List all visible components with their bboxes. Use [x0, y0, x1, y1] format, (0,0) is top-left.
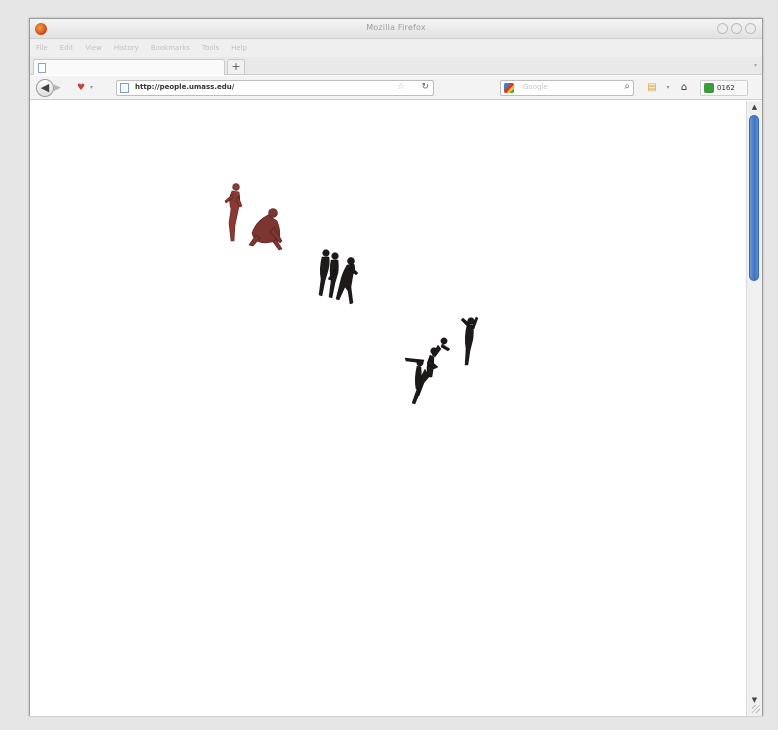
page-icon — [38, 63, 46, 73]
tab-bar: + ▾ — [30, 57, 762, 75]
bookmark-icon[interactable]: ♥ — [77, 82, 85, 94]
maximize-button[interactable] — [731, 23, 742, 34]
navigation-toolbar: ◀ ▶ ♥ ▾ http://people.umass.edu/ ☆ ↻ Goo… — [30, 76, 762, 100]
menu-file[interactable]: File — [36, 44, 48, 52]
window-controls — [717, 23, 756, 34]
scroll-up-arrow-icon[interactable]: ▲ — [747, 101, 762, 113]
downloads-arrow-icon[interactable]: ▾ — [660, 80, 676, 96]
minimize-button[interactable] — [717, 23, 728, 34]
extension-icon — [704, 83, 714, 93]
search-bar[interactable]: Google ⌕ — [500, 80, 634, 96]
figure-group-middle — [318, 249, 359, 305]
dropdown-arrow-icon[interactable]: ▾ — [90, 82, 93, 94]
menu-tools[interactable]: Tools — [202, 44, 219, 52]
new-tab-button[interactable]: + — [227, 59, 245, 75]
search-engine-icon[interactable] — [504, 83, 514, 93]
menu-edit[interactable]: Edit — [60, 44, 74, 52]
menu-bar: File Edit View History Bookmarks Tools H… — [30, 39, 762, 57]
figures-image — [224, 183, 479, 405]
extension-button[interactable]: 0162 — [700, 80, 748, 96]
home-icon[interactable]: ⌂ — [676, 80, 692, 96]
resize-grip[interactable] — [752, 705, 760, 713]
menu-help[interactable]: Help — [231, 44, 247, 52]
url-text[interactable]: http://people.umass.edu/ — [135, 83, 234, 91]
figure-standing-red — [224, 183, 243, 242]
window-title: Mozilla Firefox — [366, 23, 426, 32]
title-bar: Mozilla Firefox — [30, 19, 762, 39]
vertical-scrollbar[interactable]: ▲ ▼ — [746, 101, 762, 716]
close-button[interactable] — [745, 23, 756, 34]
search-icon[interactable]: ⌕ — [624, 81, 630, 92]
page-content — [30, 101, 746, 716]
star-icon[interactable]: ☆ — [397, 82, 405, 92]
reload-icon[interactable]: ↻ — [421, 82, 429, 92]
extension-badge-label: 0162 — [717, 84, 735, 92]
menu-view[interactable]: View — [85, 44, 102, 52]
menu-bookmarks[interactable]: Bookmarks — [151, 44, 190, 52]
search-input[interactable]: Google — [523, 83, 548, 91]
url-bar[interactable]: http://people.umass.edu/ ☆ ↻ — [116, 80, 434, 96]
downloads-icon[interactable]: ▤ — [644, 80, 660, 96]
figure-crouching-red — [248, 208, 283, 251]
forward-button[interactable]: ▶ — [54, 82, 68, 94]
figure-group-right — [404, 316, 479, 405]
back-button[interactable]: ◀ — [36, 79, 54, 97]
tab-active[interactable] — [33, 59, 225, 75]
site-icon — [120, 83, 129, 93]
tab-list-arrow-icon[interactable]: ▾ — [754, 62, 757, 69]
browser-window: Mozilla Firefox File Edit View History B… — [29, 18, 763, 716]
scroll-thumb[interactable] — [749, 115, 759, 281]
menu-history[interactable]: History — [114, 44, 139, 52]
